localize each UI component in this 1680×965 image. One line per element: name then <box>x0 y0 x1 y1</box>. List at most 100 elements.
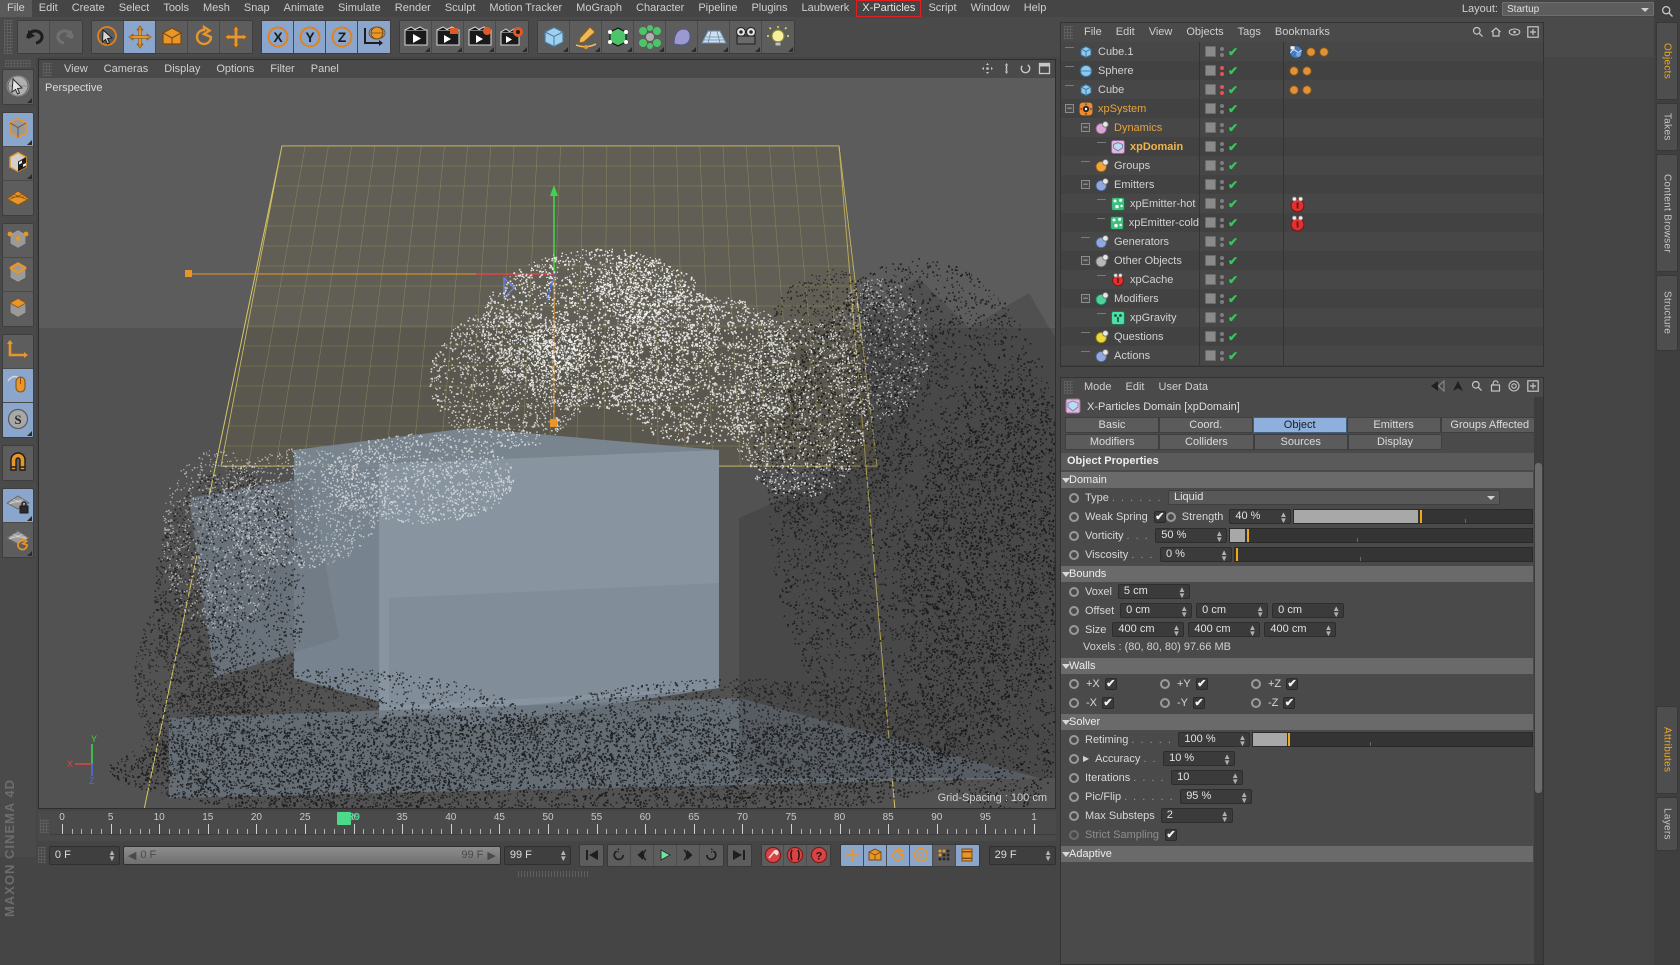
chevron-down-icon[interactable] <box>1062 478 1070 483</box>
parameter-radio-icon[interactable] <box>1069 606 1079 616</box>
parameter-radio-icon[interactable] <box>1069 792 1079 802</box>
up-arrow-icon[interactable] <box>1452 380 1464 395</box>
visibility-dots[interactable] <box>1220 47 1224 57</box>
previous-frame-button[interactable] <box>631 845 654 866</box>
object-tree-row[interactable]: xpEmitter-hot✔ <box>1061 194 1543 213</box>
property-field[interactable]: 2▲▼ <box>1161 808 1233 823</box>
xpcache-tag-icon[interactable] <box>1289 196 1306 213</box>
preview-end-field[interactable]: 99 F ▲▼ <box>504 846 571 865</box>
visibility-dots[interactable] <box>1220 199 1224 209</box>
property-field-0[interactable]: 0 cm▲▼ <box>1120 603 1192 618</box>
attribute-tab-groups-affected[interactable]: Groups Affected <box>1441 417 1539 433</box>
workplane-lock-button[interactable] <box>3 489 33 523</box>
submenu-corner-icon[interactable] <box>27 431 32 436</box>
attribute-scrollbar[interactable] <box>1534 397 1543 964</box>
object-manager-menu-view[interactable]: View <box>1142 23 1180 42</box>
visibility-dots[interactable] <box>1220 123 1224 133</box>
menu-item-help[interactable]: Help <box>1017 0 1054 17</box>
submenu-corner-icon[interactable] <box>788 47 793 52</box>
submenu-corner-icon[interactable] <box>723 47 728 52</box>
snap-mode-s-button[interactable]: S <box>3 403 33 437</box>
menu-item-mograph[interactable]: MoGraph <box>569 0 629 17</box>
menu-item-sculpt[interactable]: Sculpt <box>438 0 483 17</box>
property-slider[interactable] <box>1229 528 1533 543</box>
menu-item-tools[interactable]: Tools <box>156 0 196 17</box>
scale-button[interactable] <box>156 21 188 53</box>
scale-key-toggle[interactable] <box>864 845 887 866</box>
layer-color-swatch[interactable] <box>1205 350 1216 361</box>
layer-color-swatch[interactable] <box>1205 122 1216 133</box>
submenu-corner-icon[interactable] <box>691 47 696 52</box>
parameter-radio-icon[interactable] <box>1069 754 1079 764</box>
dot-tag-icon[interactable] <box>1319 47 1329 57</box>
layer-color-swatch[interactable] <box>1205 236 1216 247</box>
submenu-corner-icon[interactable] <box>563 47 568 52</box>
property-field[interactable]: 5 cm▲▼ <box>1118 584 1190 599</box>
enable-check-icon[interactable]: ✔ <box>1228 123 1238 133</box>
viewport-menu-options[interactable]: Options <box>208 60 262 78</box>
layer-color-swatch[interactable] <box>1205 103 1216 114</box>
submenu-corner-icon[interactable] <box>457 47 462 52</box>
parameter-radio-icon[interactable] <box>1069 679 1079 689</box>
parameter-radio-icon[interactable] <box>1166 512 1176 522</box>
enable-check-icon[interactable]: ✔ <box>1228 275 1238 285</box>
attribute-tab-colliders[interactable]: Colliders <box>1159 434 1253 450</box>
visibility-dots[interactable] <box>1220 313 1224 323</box>
position-key-toggle[interactable] <box>841 845 864 866</box>
object-tree-row[interactable]: −Emitters✔ <box>1061 175 1543 194</box>
visibility-dots[interactable] <box>1220 161 1224 171</box>
edge-tab-attributes[interactable]: Attributes <box>1656 706 1678 794</box>
layer-color-swatch[interactable] <box>1205 160 1216 171</box>
expander-collapse-icon[interactable]: − <box>1065 104 1074 113</box>
wall-checkbox[interactable]: ✔ <box>1105 678 1117 690</box>
viewport-menu-view[interactable]: View <box>56 60 96 78</box>
stepper-icon[interactable]: ▲▼ <box>1231 773 1239 785</box>
parameter-radio-icon[interactable] <box>1069 735 1079 745</box>
home-icon[interactable] <box>1490 26 1502 41</box>
left-palette-grip[interactable] <box>5 60 31 67</box>
wall-checkbox[interactable]: ✔ <box>1102 697 1114 709</box>
submenu-corner-icon[interactable] <box>659 47 664 52</box>
attribute-tab-display[interactable]: Display <box>1348 434 1442 450</box>
object-manager-grip[interactable] <box>1064 26 1073 39</box>
go-to-end-button[interactable] <box>728 845 751 866</box>
menu-item-edit[interactable]: Edit <box>32 0 65 17</box>
stepper-icon[interactable]: ▲▼ <box>1220 550 1228 562</box>
property-field[interactable]: 100 %▲▼ <box>1178 732 1250 747</box>
strict-sampling-checkbox[interactable]: ✔ <box>1165 829 1177 841</box>
move-button[interactable] <box>124 21 156 53</box>
stepper-icon[interactable]: ▲▼ <box>1324 625 1332 637</box>
submenu-corner-icon[interactable] <box>595 47 600 52</box>
property-field-0[interactable]: 400 cm▲▼ <box>1112 622 1184 637</box>
viewport-menu-grip[interactable] <box>43 63 52 76</box>
submenu-corner-icon[interactable] <box>489 47 494 52</box>
object-manager-menu-edit[interactable]: Edit <box>1109 23 1142 42</box>
parameter-radio-icon[interactable] <box>1069 698 1079 708</box>
layer-color-swatch[interactable] <box>1205 217 1216 228</box>
parameter-radio-icon[interactable] <box>1251 698 1261 708</box>
object-tree-row[interactable]: −xpSystem✔ <box>1061 99 1543 118</box>
object-manager-menu-file[interactable]: File <box>1077 23 1109 42</box>
property-field-2[interactable]: 0 cm▲▼ <box>1272 603 1344 618</box>
enable-check-icon[interactable]: ✔ <box>1228 256 1238 266</box>
stepper-icon[interactable]: ▲▼ <box>1221 811 1229 823</box>
search-icon[interactable] <box>1472 26 1484 41</box>
property-field[interactable]: 10▲▼ <box>1171 770 1243 785</box>
object-manager-menu-tags[interactable]: Tags <box>1231 23 1268 42</box>
parameter-radio-icon[interactable] <box>1069 773 1079 783</box>
visibility-dots[interactable] <box>1220 142 1224 152</box>
layer-color-swatch[interactable] <box>1205 198 1216 209</box>
deformer-button[interactable] <box>666 21 698 53</box>
stepper-icon[interactable]: ▲▼ <box>1239 735 1247 747</box>
search-icon[interactable] <box>1471 380 1483 395</box>
parameter-radio-icon[interactable] <box>1069 811 1079 821</box>
edge-tab-takes[interactable]: Takes <box>1656 103 1678 151</box>
generator-button[interactable] <box>602 21 634 53</box>
current-frame-field[interactable]: 0 F ▲▼ <box>49 846 120 865</box>
dot-tag-icon[interactable] <box>1306 47 1316 57</box>
menu-item-x-particles[interactable]: X-Particles <box>856 0 921 17</box>
rotate-view-icon[interactable] <box>1019 62 1032 78</box>
visibility-dots[interactable] <box>1220 104 1224 114</box>
menu-item-window[interactable]: Window <box>964 0 1017 17</box>
x-axis-button[interactable]: X <box>262 21 294 53</box>
